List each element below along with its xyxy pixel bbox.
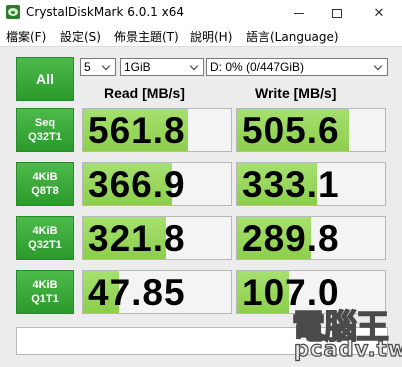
drive-value: D: 0% (0/447GiB) bbox=[210, 60, 305, 74]
menu-theme[interactable]: 佈景主題(T) bbox=[114, 28, 179, 45]
close-icon: ✕ bbox=[373, 5, 385, 21]
drive-select[interactable]: D: 0% (0/447GiB) bbox=[206, 58, 388, 76]
test-label-line1: 4KiB bbox=[32, 279, 58, 291]
read-header: Read [MB/s] bbox=[104, 85, 185, 101]
write-result: 505.6 bbox=[236, 108, 386, 152]
test-button-4kib-q1t1[interactable]: 4KiB Q1T1 bbox=[16, 270, 74, 314]
write-result: 333.1 bbox=[236, 162, 386, 206]
window-title: CrystalDiskMark 6.0.1 x64 bbox=[26, 5, 184, 19]
menu-help[interactable]: 說明(H) bbox=[190, 28, 232, 45]
read-result: 561.8 bbox=[82, 108, 232, 152]
test-label-line2: Q8T8 bbox=[31, 185, 59, 197]
menu-bar: 檔案(F) 設定(S) 佈景主題(T) 說明(H) 語言(Language) bbox=[0, 26, 402, 46]
watermark-domain: pcadv.tw bbox=[293, 336, 402, 361]
write-result: 289.8 bbox=[236, 216, 386, 260]
write-value: 505.6 bbox=[242, 110, 340, 151]
test-label-line2: Q32T1 bbox=[28, 239, 62, 251]
write-value: 333.1 bbox=[242, 164, 340, 205]
test-label-line1: Seq bbox=[34, 117, 56, 129]
chevron-down-icon bbox=[190, 62, 200, 72]
menu-file[interactable]: 檔案(F) bbox=[6, 28, 46, 45]
minimize-button[interactable] bbox=[280, 0, 318, 26]
menu-language[interactable]: 語言(Language) bbox=[246, 28, 339, 45]
all-button[interactable]: All bbox=[16, 57, 74, 101]
test-size-value: 1GiB bbox=[124, 60, 151, 74]
test-button-4kib-q32t1[interactable]: 4KiB Q32T1 bbox=[16, 216, 74, 260]
read-result: 366.9 bbox=[82, 162, 232, 206]
chevron-down-icon bbox=[102, 62, 112, 72]
title-bar: CrystalDiskMark 6.0.1 x64 ✕ bbox=[0, 0, 402, 26]
test-label-line1: 4KiB bbox=[32, 171, 58, 183]
write-value: 289.8 bbox=[242, 218, 340, 259]
test-count-value: 5 bbox=[84, 60, 91, 74]
test-button-4kib-q8t8[interactable]: 4KiB Q8T8 bbox=[16, 162, 74, 206]
read-value: 366.9 bbox=[88, 164, 186, 205]
chevron-down-icon bbox=[374, 62, 384, 72]
app-icon bbox=[6, 5, 20, 19]
maximize-icon bbox=[332, 8, 342, 18]
test-label-line2: Q1T1 bbox=[31, 293, 59, 305]
read-value: 47.85 bbox=[88, 272, 186, 313]
test-size-select[interactable]: 1GiB bbox=[120, 58, 204, 76]
test-count-select[interactable]: 5 bbox=[80, 58, 116, 76]
read-value: 561.8 bbox=[88, 110, 186, 151]
minimize-icon bbox=[294, 12, 304, 14]
write-header: Write [MB/s] bbox=[255, 85, 337, 101]
test-label-line2: Q32T1 bbox=[28, 131, 62, 143]
watermark-logo: 電腦王 pcadv.tw bbox=[291, 298, 402, 366]
maximize-button[interactable] bbox=[318, 0, 356, 26]
menu-settings[interactable]: 設定(S) bbox=[60, 28, 101, 45]
close-button[interactable]: ✕ bbox=[356, 0, 402, 26]
read-value: 321.8 bbox=[88, 218, 186, 259]
read-result: 47.85 bbox=[82, 270, 232, 314]
test-button-seq-q32t1[interactable]: Seq Q32T1 bbox=[16, 108, 74, 152]
test-label-line1: 4KiB bbox=[32, 225, 58, 237]
read-result: 321.8 bbox=[82, 216, 232, 260]
